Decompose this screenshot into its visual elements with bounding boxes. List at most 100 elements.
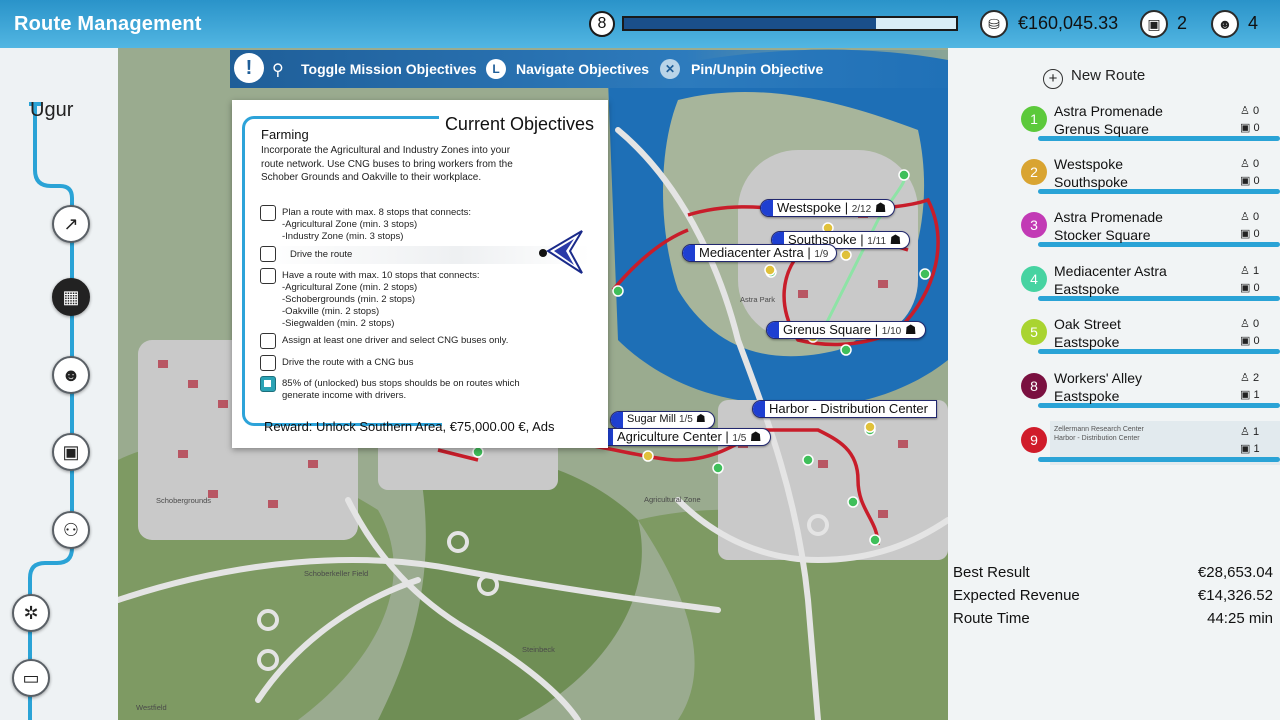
bus-count: 2: [1177, 13, 1188, 33]
bus-icon: ▣: [1140, 10, 1168, 38]
company-name: Ugur: [30, 99, 74, 121]
driver-icon: ♙: [1240, 105, 1250, 117]
experience-fill: [624, 18, 877, 29]
route-drivers: ♙ 0: [1240, 318, 1260, 330]
driver-icon: ♙: [1240, 372, 1250, 384]
area-name: Schobergrounds: [156, 496, 211, 505]
navigate-objectives-hint[interactable]: Navigate Objectives: [516, 61, 649, 77]
route-number: 2: [1021, 159, 1047, 185]
money-icon: ⛁: [980, 10, 1008, 38]
best-result-row: Best Result €28,653.04: [953, 564, 1273, 587]
joystick-icon: ⚲: [272, 62, 284, 79]
settings-button[interactable]: ✲: [12, 594, 50, 632]
driver-icon: ♙: [1240, 158, 1250, 170]
toggle-objectives-hint[interactable]: Toggle Mission Objectives: [301, 61, 477, 77]
mission-description: Incorporate the Agricultural and Industr…: [261, 145, 513, 183]
route-item[interactable]: 1 Astra Promenade Grenus Square ♙ 0 ▣ 0: [1020, 103, 1280, 154]
route-name: Oak Street Eastspoke: [1054, 316, 1121, 350]
route-buses: ▣ 0: [1240, 228, 1260, 240]
stop-label-mediacenter-astra[interactable]: Mediacenter Astra | 1/9: [682, 244, 838, 262]
task-text: Drive the route with a CNG bus: [282, 357, 414, 368]
route-item[interactable]: 3 Astra Promenade Stocker Square ♙ 0 ▣ 0: [1020, 209, 1280, 260]
mission-title: Farming: [261, 127, 309, 142]
route-number: 8: [1021, 373, 1047, 399]
bus-icon: ▣: [1240, 282, 1251, 294]
drivers-button[interactable]: ☻: [52, 356, 90, 394]
new-route-button[interactable]: + New Route: [1043, 67, 1145, 89]
objective-task[interactable]: Drive the route with a CNG bus: [260, 355, 590, 373]
cursor-arrow-icon: [539, 230, 583, 274]
objective-task[interactable]: Assign at least one driver and select CN…: [260, 333, 590, 351]
route-time-value: 44:25 min: [1207, 610, 1273, 627]
driver-icon: ♙: [1240, 426, 1250, 438]
route-name: Mediacenter Astra Eastspoke: [1054, 263, 1167, 297]
route-drivers: ♙ 1: [1240, 426, 1260, 438]
bus-icon: ▣: [1240, 175, 1251, 187]
stop-label-westspoke[interactable]: Westspoke | 2/12 ☗: [760, 199, 896, 217]
route-name: Astra Promenade Stocker Square: [1054, 209, 1163, 243]
task-checkbox[interactable]: [260, 333, 276, 349]
people-button[interactable]: ⚇: [52, 511, 90, 549]
stop-label-agriculture-center[interactable]: Agriculture Center | 1/5 ☗: [600, 428, 771, 446]
route-time-label: Route Time: [953, 610, 1030, 627]
experience-bar: [622, 16, 958, 31]
route-item[interactable]: 2 Westspoke Southspoke ♙ 0 ▣ 0: [1020, 156, 1280, 207]
route-number: 1: [1021, 106, 1047, 132]
route-drivers: ♙ 2: [1240, 372, 1260, 384]
alert-icon[interactable]: !: [234, 53, 264, 83]
task-text: Have a route with max. 10 stops that con…: [282, 270, 480, 329]
route-buses: ▣ 0: [1240, 282, 1260, 294]
area-name: Astra Park: [740, 295, 775, 304]
route-item[interactable]: 5 Oak Street Eastspoke ♙ 0 ▣ 0: [1020, 316, 1280, 367]
area-name: Schoberkeller Field: [304, 569, 368, 578]
task-checkbox[interactable]: [260, 246, 276, 262]
pin-key: ✕: [660, 59, 680, 79]
plus-icon: +: [1043, 69, 1063, 89]
statistics-button[interactable]: ↗: [52, 205, 90, 243]
controls-hint-bar: Toggle Mission Objectives L Navigate Obj…: [230, 50, 990, 88]
map-icon: ▦: [62, 287, 80, 307]
page-title: Route Management: [14, 13, 202, 35]
route-number: 9: [1021, 427, 1047, 453]
monitor-button[interactable]: ▭: [12, 659, 50, 697]
bus-icon: ▣: [1240, 443, 1251, 455]
stop-label-sugar-mill[interactable]: Sugar Mill 1/5 ☗: [610, 411, 715, 429]
area-name: Westfield: [136, 703, 167, 712]
bus-icon: ▣: [1240, 335, 1251, 347]
route-item[interactable]: 4 Mediacenter Astra Eastspoke ♙ 1 ▣ 0: [1020, 263, 1280, 314]
level-badge: 8: [589, 11, 615, 37]
task-text: 85% of (unlocked) bus stops shoulds be o…: [282, 378, 520, 401]
revenue-row: Expected Revenue €14,326.52: [953, 587, 1273, 610]
objective-task[interactable]: Have a route with max. 10 stops that con…: [260, 268, 590, 330]
route-buses: ▣ 0: [1240, 175, 1260, 187]
objective-task[interactable]: 85% of (unlocked) bus stops shoulds be o…: [260, 376, 590, 402]
task-checkbox[interactable]: [260, 205, 276, 221]
stop-label-harbor[interactable]: Harbor - Distribution Center: [752, 400, 937, 418]
revenue-value: €14,326.52: [1197, 587, 1273, 604]
route-name: Workers' Alley Eastspoke: [1054, 370, 1142, 404]
task-checkbox[interactable]: [260, 355, 276, 371]
objectives-heading: Current Objectives: [438, 114, 594, 135]
driver-icon: ☻: [61, 365, 81, 385]
map-button[interactable]: ▦: [52, 278, 90, 316]
route-name: Astra Promenade Grenus Square: [1054, 103, 1163, 137]
stop-label-grenus-square[interactable]: Grenus Square | 1/10 ☗: [766, 321, 926, 339]
route-buses: ▣ 0: [1240, 335, 1260, 347]
area-name: Agricultural Zone: [644, 495, 701, 504]
driver-icon: ☻: [1211, 10, 1239, 38]
route-name: Zellermann Research Center Harbor - Distr…: [1054, 426, 1144, 442]
route-buses: ▣ 1: [1240, 443, 1260, 455]
route-line: [1038, 457, 1280, 462]
route-buses: ▣ 0: [1240, 122, 1260, 134]
pin-objective-hint[interactable]: Pin/Unpin Objective: [691, 61, 823, 77]
driver-icon: ♙: [1240, 318, 1250, 330]
area-name: Steinbeck: [522, 645, 555, 654]
revenue-label: Expected Revenue: [953, 587, 1080, 604]
route-number: 4: [1021, 266, 1047, 292]
route-item-selected[interactable]: 9 Zellermann Research Center Harbor - Dis…: [1020, 421, 1280, 475]
task-checkbox[interactable]: [260, 376, 276, 392]
route-item[interactable]: 8 Workers' Alley Eastspoke ♙ 2 ▣ 1: [1020, 370, 1280, 421]
best-result-value: €28,653.04: [1197, 564, 1273, 581]
buses-button[interactable]: ▣: [52, 433, 90, 471]
task-checkbox[interactable]: [260, 268, 276, 284]
